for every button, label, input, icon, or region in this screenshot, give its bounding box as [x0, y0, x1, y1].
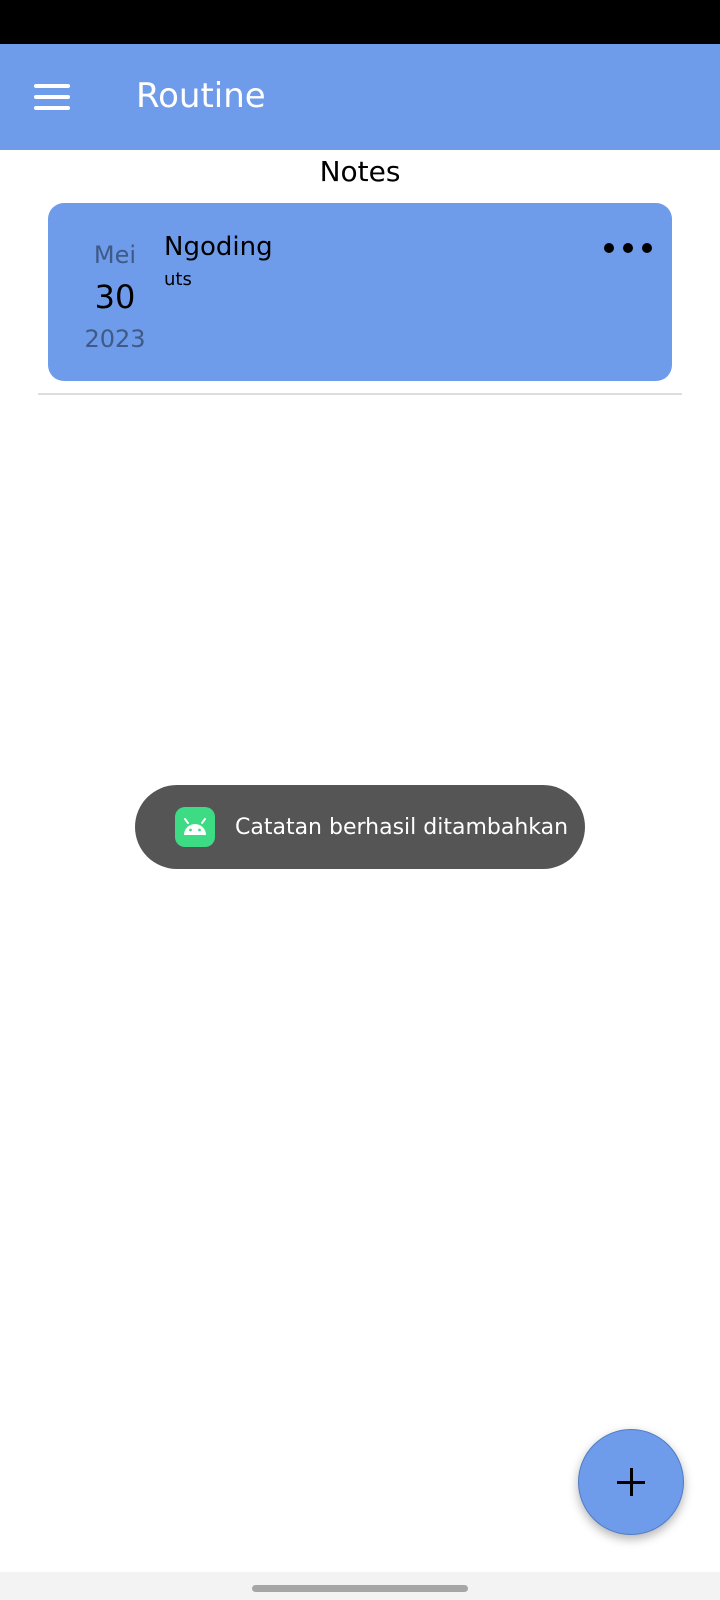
status-bar — [0, 0, 720, 44]
note-title: Ngoding — [164, 232, 273, 262]
note-card[interactable]: Mei 30 2023 Ngoding uts — [48, 203, 672, 381]
note-date-month: Mei — [93, 241, 137, 269]
note-date-day: 30 — [94, 278, 136, 316]
gesture-handle[interactable] — [252, 1585, 468, 1592]
note-date: Mei 30 2023 — [60, 239, 170, 355]
plus-icon-vertical — [630, 1468, 633, 1496]
toast: Catatan berhasil ditambahkan — [135, 785, 585, 869]
note-date-year: 2023 — [84, 325, 146, 353]
app-bar: Routine — [0, 44, 720, 150]
navigation-bar — [0, 1572, 720, 1600]
divider — [38, 393, 682, 395]
note-body: uts — [164, 269, 192, 290]
hamburger-menu-icon[interactable] — [24, 72, 80, 122]
android-icon — [175, 807, 215, 847]
section-title: Notes — [319, 155, 401, 188]
app-title: Routine — [136, 76, 266, 116]
more-horizontal-icon[interactable] — [604, 233, 652, 263]
add-note-button[interactable] — [578, 1429, 684, 1535]
toast-message: Catatan berhasil ditambahkan — [235, 814, 569, 840]
